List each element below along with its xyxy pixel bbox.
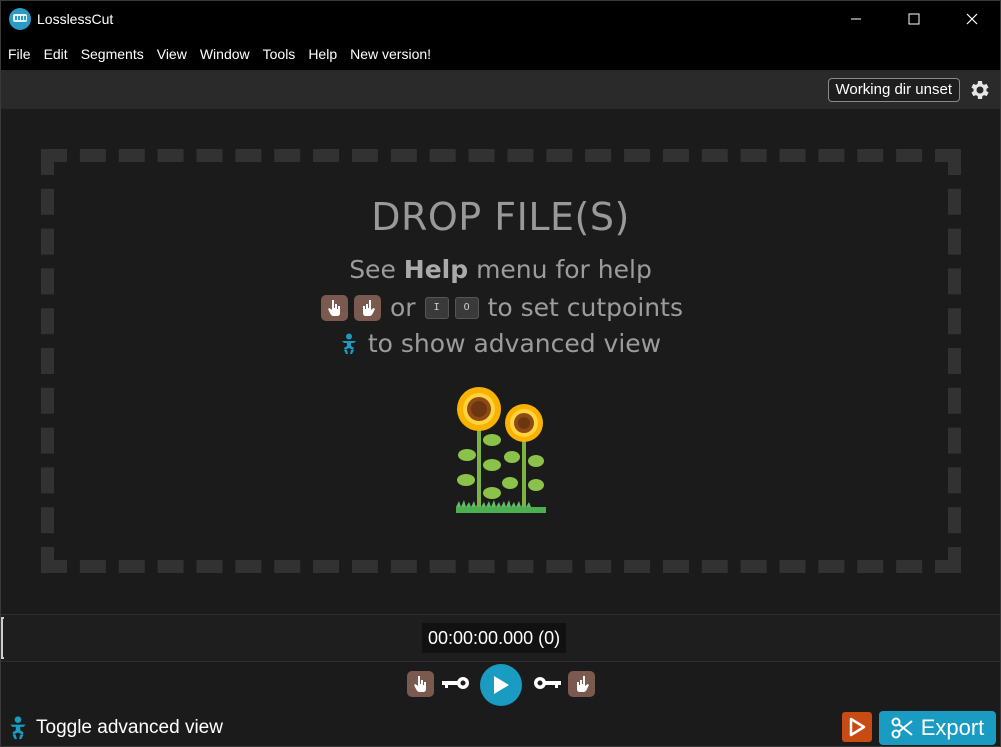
menu-segments[interactable]: Segments	[81, 46, 144, 62]
cut-suffix-text: to set cutpoints	[487, 293, 683, 322]
hand-pointer-icon	[576, 676, 589, 692]
maximize-button[interactable]	[885, 0, 943, 38]
menu-view[interactable]: View	[157, 46, 187, 62]
export-button[interactable]: Export	[879, 711, 996, 745]
cut-or-text: or	[390, 293, 416, 322]
menu-new-version[interactable]: New version!	[350, 46, 431, 62]
gear-icon[interactable]	[968, 78, 992, 102]
menu-window[interactable]: Window	[200, 46, 250, 62]
top-toolbar: Working dir unset	[0, 70, 1001, 109]
close-icon	[966, 13, 978, 25]
preview-render-button[interactable]	[842, 712, 872, 742]
menu-file[interactable]: File	[8, 46, 31, 62]
maximize-icon	[908, 13, 920, 25]
help-suffix: menu for help	[476, 255, 652, 284]
timeline-start-marker	[1, 617, 4, 659]
play-button[interactable]	[480, 664, 522, 706]
close-button[interactable]	[943, 0, 1001, 38]
jump-cut-end-key-icon[interactable]	[533, 676, 561, 690]
menu-bar: File Edit Segments View Window Tools Hel…	[0, 38, 1001, 70]
advanced-view-icon	[341, 333, 356, 354]
hand-pointer-icon	[413, 676, 426, 692]
jump-cut-start-key-icon[interactable]	[442, 676, 470, 690]
bottom-bar: Toggle advanced view Export	[0, 709, 1001, 747]
play-icon	[494, 676, 509, 694]
window-controls	[827, 0, 1001, 38]
title-bar: LosslessCut	[0, 0, 1001, 38]
minimize-button[interactable]	[827, 0, 885, 38]
window-title: LosslessCut	[37, 11, 114, 27]
play-outline-icon	[849, 717, 866, 737]
advanced-view-icon	[10, 716, 26, 740]
working-dir-button[interactable]: Working dir unset	[827, 78, 960, 102]
key-in: I	[424, 296, 449, 319]
menu-tools[interactable]: Tools	[263, 46, 296, 62]
toggle-advanced-view-button[interactable]: Toggle advanced view	[8, 715, 223, 741]
help-bold: Help	[403, 255, 469, 284]
export-label: Export	[920, 715, 985, 740]
set-cut-start-button[interactable]	[407, 671, 434, 697]
minimize-icon	[851, 18, 861, 20]
scissors-icon	[891, 717, 913, 739]
help-prefix: See	[349, 255, 396, 284]
menu-edit[interactable]: Edit	[44, 46, 68, 62]
key-out: O	[454, 296, 479, 319]
playback-controls	[0, 661, 1001, 709]
advanced-hint-text: to show advanced view	[367, 329, 662, 358]
cutpoint-hint: or I O to set cutpoints	[0, 293, 1001, 322]
sunflower-icon	[456, 387, 546, 513]
advanced-hint: to show advanced view	[0, 329, 1001, 358]
current-time-display[interactable]: 00:00:00.000 (0)	[422, 623, 567, 653]
timeline[interactable]: 00:00:00.000 (0)	[0, 614, 1001, 662]
toggle-advanced-view-label: Toggle advanced view	[36, 717, 223, 738]
set-cut-end-hand-icon	[354, 294, 382, 321]
help-hint: See Help menu for help	[0, 255, 1001, 284]
app-logo-icon	[9, 8, 31, 30]
drop-title: DROP FILE(S)	[371, 195, 630, 239]
set-cut-end-button[interactable]	[568, 671, 595, 697]
set-cut-start-hand-icon	[321, 294, 349, 321]
menu-help[interactable]: Help	[308, 46, 337, 62]
